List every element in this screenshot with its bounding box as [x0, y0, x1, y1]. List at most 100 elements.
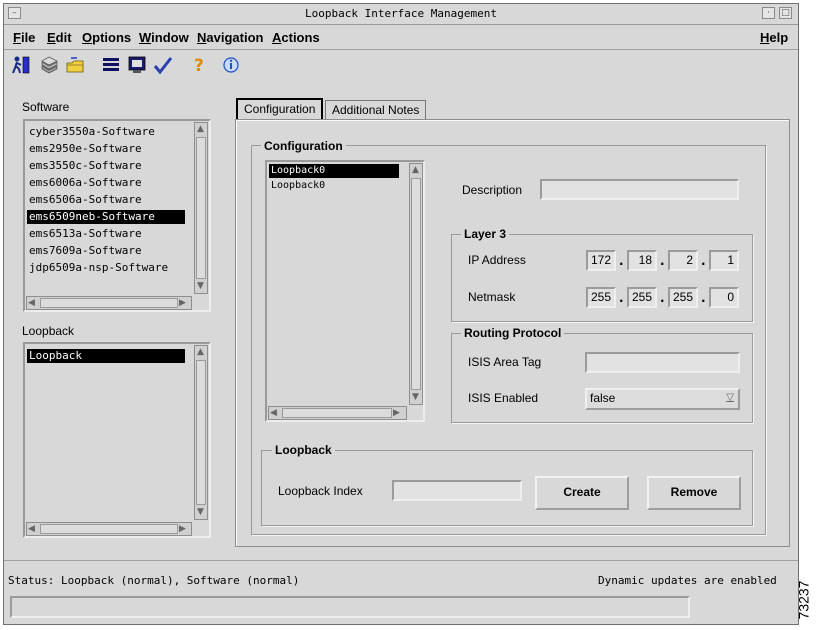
- list-icon[interactable]: [100, 54, 122, 76]
- ip-octet-2[interactable]: 18: [627, 250, 657, 271]
- description-field[interactable]: [540, 179, 739, 200]
- menu-edit[interactable]: Edit: [47, 30, 72, 45]
- scroll-thumb[interactable]: [411, 178, 421, 390]
- list-item[interactable]: ems6006a-Software: [27, 176, 185, 190]
- scroll-left-arrow-icon[interactable]: ◀: [28, 297, 35, 309]
- menu-help[interactable]: Help: [760, 30, 788, 45]
- window-title: Loopback Interface Management: [304, 7, 498, 20]
- list-item-selected[interactable]: Loopback0: [269, 164, 399, 178]
- interface-horizontal-scrollbar[interactable]: ◀ ▶: [268, 406, 407, 420]
- scroll-thumb[interactable]: [40, 298, 178, 308]
- scroll-down-arrow-icon[interactable]: ▼: [197, 506, 204, 518]
- description-label: Description: [462, 183, 523, 197]
- loopback-index-label: Loopback Index: [278, 484, 363, 498]
- menu-file[interactable]: File: [13, 30, 35, 45]
- list-item-selected[interactable]: Loopback: [27, 349, 185, 363]
- scroll-thumb[interactable]: [282, 408, 392, 418]
- scroll-down-arrow-icon[interactable]: ▼: [412, 391, 419, 403]
- software-list[interactable]: cyber3550a-Software ems2950e-Software em…: [23, 119, 211, 312]
- tab-additional-notes[interactable]: Additional Notes: [325, 100, 427, 120]
- configuration-group-title: Configuration: [261, 139, 346, 153]
- create-button[interactable]: Create: [535, 476, 629, 510]
- scroll-left-arrow-icon[interactable]: ◀: [270, 407, 277, 419]
- list-item[interactable]: ems3550c-Software: [27, 159, 185, 173]
- isis-area-tag-field[interactable]: [585, 352, 740, 373]
- monitor-icon[interactable]: [126, 54, 148, 76]
- list-item[interactable]: cyber3550a-Software: [27, 125, 185, 139]
- chevron-down-icon: ▽: [726, 392, 734, 403]
- isis-enabled-select[interactable]: false ▽: [585, 388, 740, 410]
- isis-enabled-label: ISIS Enabled: [468, 391, 539, 405]
- scroll-up-arrow-icon[interactable]: ▲: [412, 164, 419, 176]
- menu-bar: File Edit Options Window Navigation Acti…: [4, 25, 798, 50]
- isis-enabled-value: false: [590, 391, 616, 405]
- list-item[interactable]: ems2950e-Software: [27, 142, 185, 156]
- routing-protocol-group-title: Routing Protocol: [461, 326, 565, 340]
- ip-octet-3[interactable]: 2: [668, 250, 698, 271]
- software-vertical-scrollbar[interactable]: ▲ ▼: [194, 122, 208, 294]
- list-item-selected[interactable]: ems6509neb-Software: [27, 210, 185, 224]
- menu-window[interactable]: Window: [139, 30, 189, 45]
- ip-separator: .: [660, 254, 665, 268]
- check-icon[interactable]: [152, 54, 174, 76]
- folder-icon[interactable]: [64, 54, 86, 76]
- netmask-octet-3[interactable]: 255: [668, 287, 698, 308]
- ip-separator: .: [701, 254, 706, 268]
- list-item[interactable]: ems6513a-Software: [27, 227, 185, 241]
- status-divider: [4, 560, 798, 561]
- netmask-label: Netmask: [468, 290, 516, 304]
- status-text: Status: Loopback (normal), Software (nor…: [8, 574, 300, 587]
- ip-octet-1[interactable]: 172: [586, 250, 616, 271]
- menu-options[interactable]: Options: [82, 30, 131, 45]
- exit-icon[interactable]: [10, 54, 32, 76]
- figure-id: 73237: [795, 580, 812, 620]
- list-item[interactable]: ems6506a-Software: [27, 193, 185, 207]
- scroll-left-arrow-icon[interactable]: ◀: [28, 523, 35, 535]
- netmask-separator: .: [701, 291, 706, 305]
- netmask-octet-2[interactable]: 255: [627, 287, 657, 308]
- tab-configuration[interactable]: Configuration: [236, 98, 324, 119]
- scroll-thumb[interactable]: [196, 137, 206, 279]
- netmask-separator: .: [660, 291, 665, 305]
- software-horizontal-scrollbar[interactable]: ◀ ▶: [26, 296, 192, 310]
- list-item[interactable]: Loopback0: [269, 179, 399, 193]
- minimize-button[interactable]: ·: [762, 7, 775, 19]
- remove-button[interactable]: Remove: [647, 476, 741, 510]
- isis-area-tag-label: ISIS Area Tag: [468, 355, 542, 369]
- menu-actions[interactable]: Actions: [272, 30, 320, 45]
- loopback-vertical-scrollbar[interactable]: ▲ ▼: [194, 345, 208, 520]
- tab-panel: Configuration Loopback0 Loopback0 ▲ ▼ ◀ …: [235, 119, 790, 547]
- list-item[interactable]: ems7609a-Software: [27, 244, 185, 258]
- title-bar: – Loopback Interface Management · □: [4, 4, 798, 25]
- maximize-button[interactable]: □: [779, 7, 792, 19]
- netmask-octet-1[interactable]: 255: [586, 287, 616, 308]
- help-icon[interactable]: ?: [188, 54, 210, 76]
- scroll-down-arrow-icon[interactable]: ▼: [197, 280, 204, 292]
- loopback-index-field[interactable]: [392, 480, 522, 501]
- info-icon[interactable]: [220, 54, 242, 76]
- scroll-right-arrow-icon[interactable]: ▶: [179, 523, 186, 535]
- loopback-horizontal-scrollbar[interactable]: ◀ ▶: [26, 522, 192, 536]
- application-window: – Loopback Interface Management · □ File…: [3, 3, 799, 625]
- database-icon[interactable]: [38, 54, 60, 76]
- scroll-thumb[interactable]: [40, 524, 178, 534]
- scroll-thumb[interactable]: [196, 360, 206, 505]
- software-label: Software: [22, 100, 70, 114]
- interface-vertical-scrollbar[interactable]: ▲ ▼: [409, 163, 423, 405]
- netmask-octet-4[interactable]: 0: [709, 287, 739, 308]
- dynamic-updates-text: Dynamic updates are enabled: [598, 574, 777, 587]
- loopback-list[interactable]: Loopback ▲ ▼ ◀ ▶: [23, 342, 211, 538]
- menu-navigation[interactable]: Navigation: [197, 30, 263, 45]
- scroll-right-arrow-icon[interactable]: ▶: [179, 297, 186, 309]
- interface-list[interactable]: Loopback0 Loopback0 ▲ ▼ ◀ ▶: [265, 160, 425, 422]
- svg-text:?: ?: [194, 56, 204, 75]
- scroll-up-arrow-icon[interactable]: ▲: [197, 346, 204, 358]
- scroll-right-arrow-icon[interactable]: ▶: [393, 407, 400, 419]
- netmask-separator: .: [619, 291, 624, 305]
- ip-separator: .: [619, 254, 624, 268]
- scroll-up-arrow-icon[interactable]: ▲: [197, 123, 204, 135]
- ip-octet-4[interactable]: 1: [709, 250, 739, 271]
- layer3-group: [451, 234, 753, 322]
- list-item[interactable]: jdp6509a-nsp-Software: [27, 261, 185, 275]
- loopback-list-label: Loopback: [22, 324, 75, 338]
